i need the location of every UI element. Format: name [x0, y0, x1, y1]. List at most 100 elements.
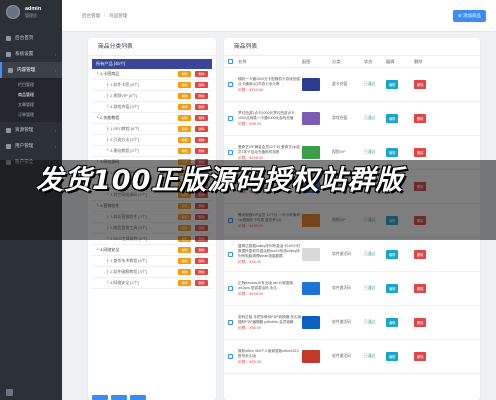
col-name: 名称 — [238, 58, 247, 64]
delete-button[interactable]: 删除 — [414, 250, 427, 259]
edit-button[interactable]: 编辑 — [178, 115, 191, 121]
product-price: 价格：¥16.00 — [238, 260, 262, 264]
col-edit: 编辑 — [386, 58, 395, 64]
sidebar-subitem[interactable]: 栏目管理 — [0, 80, 62, 90]
delete-button[interactable]: 删除 — [195, 280, 208, 286]
product-thumbnail[interactable] — [302, 78, 320, 91]
header-checkbox-col — [228, 59, 236, 64]
chevron-left-icon: ‹ — [54, 143, 56, 149]
category-row: └ 4.网络安全 编辑 删除 — [92, 245, 212, 256]
edit-button[interactable]: 编辑 — [178, 82, 191, 88]
delete-button[interactable]: 删除 — [195, 93, 208, 99]
edit-button[interactable]: 编辑 — [386, 352, 399, 361]
delete-button[interactable]: 删除 — [414, 352, 427, 361]
edit-button[interactable]: 编辑 — [178, 247, 191, 253]
chevron-left-icon: ‹ — [54, 67, 56, 73]
select-all-checkbox[interactable] — [228, 59, 233, 64]
category-row: └ 2.技能教程 编辑 删除 — [92, 113, 212, 124]
footer-button[interactable] — [111, 395, 127, 400]
footer-button[interactable] — [130, 395, 146, 400]
edit-button[interactable]: 编辑 — [178, 126, 191, 132]
sidebar-subitem[interactable]: 订单管理 — [0, 110, 62, 120]
category-name: └ 3.网络安全 [2个] — [106, 280, 139, 285]
edit-button[interactable]: 编辑 — [386, 148, 399, 157]
delete-button[interactable]: 删除 — [414, 80, 427, 89]
product-thumbnail[interactable] — [302, 146, 320, 159]
category-row: ├ 2.软件破解教程 [3个] 编辑 删除 — [92, 267, 212, 278]
edit-button[interactable]: 编辑 — [386, 80, 399, 89]
row-checkbox[interactable] — [228, 252, 233, 257]
edit-button[interactable]: 编辑 — [178, 148, 191, 154]
row-checkbox[interactable] — [228, 82, 233, 87]
row-checkbox[interactable] — [228, 320, 233, 325]
breadcrumb-root[interactable]: 后台管理 — [82, 13, 100, 19]
edit-button[interactable]: 编辑 — [178, 269, 191, 275]
edit-button[interactable]: 编辑 — [178, 93, 191, 99]
image-cell — [302, 248, 332, 261]
product-title[interactable]: 正版window10专业版 win10家庭版 w10pro 密钥激活码 永久 — [238, 281, 302, 291]
edit-button[interactable]: 编辑 — [386, 250, 399, 259]
product-thumbnail[interactable] — [302, 350, 320, 363]
edit-cell: 编辑 — [386, 250, 414, 259]
sidebar-subitem[interactable]: 商品管理 — [0, 90, 62, 100]
table-row: 正版window10专业版 win10家庭版 w10pro 密钥激活码 永久 价格… — [224, 272, 480, 306]
footer-button[interactable] — [92, 395, 108, 400]
product-title[interactable]: 随机一卡通1000元卡密随机卡游戏充值点卡通用QQ币游卡永久等 — [238, 77, 302, 87]
edit-button[interactable]: 编辑 — [178, 71, 191, 77]
product-title[interactable]: 梦幻西游2点卡1000元梦幻西游点卡1000点网易一卡通1000元游戏充值 — [238, 111, 302, 121]
col-status: 状态 — [364, 58, 373, 64]
sidebar-item-label: 后台首页 — [15, 35, 34, 40]
product-title[interactable]: 微软office 365个人版家庭版office2019账号永久版 — [238, 349, 302, 359]
name-cell: 翼神达数据cdkey序列号激活卡100小时数据恢复软件激活码win10系统cdk… — [236, 244, 302, 265]
sidebar-subitem[interactable]: 文章管理 — [0, 100, 62, 110]
row-checkbox[interactable] — [228, 116, 233, 121]
avatar[interactable] — [6, 5, 20, 19]
edit-button[interactable]: 编辑 — [386, 114, 399, 123]
product-title[interactable]: 爱奇艺VIP黄金会员12个月 爱奇艺vip会员1年卡自动充值即时到账 — [238, 145, 302, 155]
edit-button[interactable]: 编辑 — [386, 284, 399, 293]
add-product-button[interactable]: ⊕ 添加商品 — [452, 9, 486, 22]
delete-button[interactable]: 删除 — [195, 71, 208, 77]
sidebar-item[interactable]: 后台首页 — [0, 30, 62, 46]
delete-button[interactable]: 删除 — [195, 82, 208, 88]
product-category: 软件激活码 — [332, 354, 351, 358]
image-cell — [302, 316, 332, 329]
edit-button[interactable]: 编辑 — [178, 137, 191, 143]
product-status: 已通过 — [364, 82, 376, 86]
delete-button[interactable]: 删除 — [195, 104, 208, 110]
row-checkbox[interactable] — [228, 150, 233, 155]
product-title[interactable]: 密码正版 手把手教你PDF转换器 永久版 福昕PDF编辑器 pdfeditor … — [238, 315, 302, 325]
delete-button[interactable]: 删除 — [195, 115, 208, 121]
sidebar-item[interactable]: 资源管理 ‹ — [0, 122, 62, 138]
row-checkbox[interactable] — [228, 286, 233, 291]
delete-button[interactable]: 删除 — [195, 258, 208, 264]
table-row: 密码正版 手把手教你PDF转换器 永久版 福昕PDF编辑器 pdfeditor … — [224, 306, 480, 340]
category-name: └ 3.建站教程 [4个] — [106, 148, 139, 153]
delete-button[interactable]: 删除 — [195, 247, 208, 253]
row-checkbox[interactable] — [228, 354, 233, 359]
sidebar-item[interactable]: 系统设置 ‹ — [0, 46, 62, 62]
delete-button[interactable]: 删除 — [195, 137, 208, 143]
product-thumbnail[interactable] — [302, 112, 320, 125]
product-title[interactable]: 翼神达数据cdkey序列号激活卡100小时数据恢复软件激活码win10系统cdk… — [238, 244, 302, 259]
menu-toggle-icon[interactable] — [6, 389, 13, 396]
edit-button[interactable]: 编辑 — [178, 258, 191, 264]
delete-button[interactable]: 删除 — [195, 269, 208, 275]
delete-button[interactable]: 删除 — [414, 284, 427, 293]
edit-button[interactable]: 编辑 — [386, 318, 399, 327]
table-row: 随机一卡通1000元卡密随机卡游戏充值点卡通用QQ币游卡永久等 价格：¥910.0… — [224, 68, 480, 102]
edit-button[interactable]: 编辑 — [178, 280, 191, 286]
delete-button[interactable]: 删除 — [195, 148, 208, 154]
product-thumbnail[interactable] — [302, 316, 320, 329]
delete-button[interactable]: 删除 — [414, 318, 427, 327]
delete-button[interactable]: 删除 — [414, 148, 427, 157]
product-thumbnail[interactable] — [302, 282, 320, 295]
product-thumbnail[interactable] — [302, 248, 320, 261]
checkbox-cell — [228, 354, 236, 359]
delete-button[interactable]: 删除 — [414, 114, 427, 123]
sidebar-item[interactable]: 内容管理 ‹ — [0, 62, 62, 78]
delete-button[interactable]: 删除 — [195, 126, 208, 132]
sidebar-item[interactable]: 用户管理 ‹ — [0, 138, 62, 154]
edit-button[interactable]: 编辑 — [178, 104, 191, 110]
product-category: 虚卡充值 — [332, 82, 348, 86]
